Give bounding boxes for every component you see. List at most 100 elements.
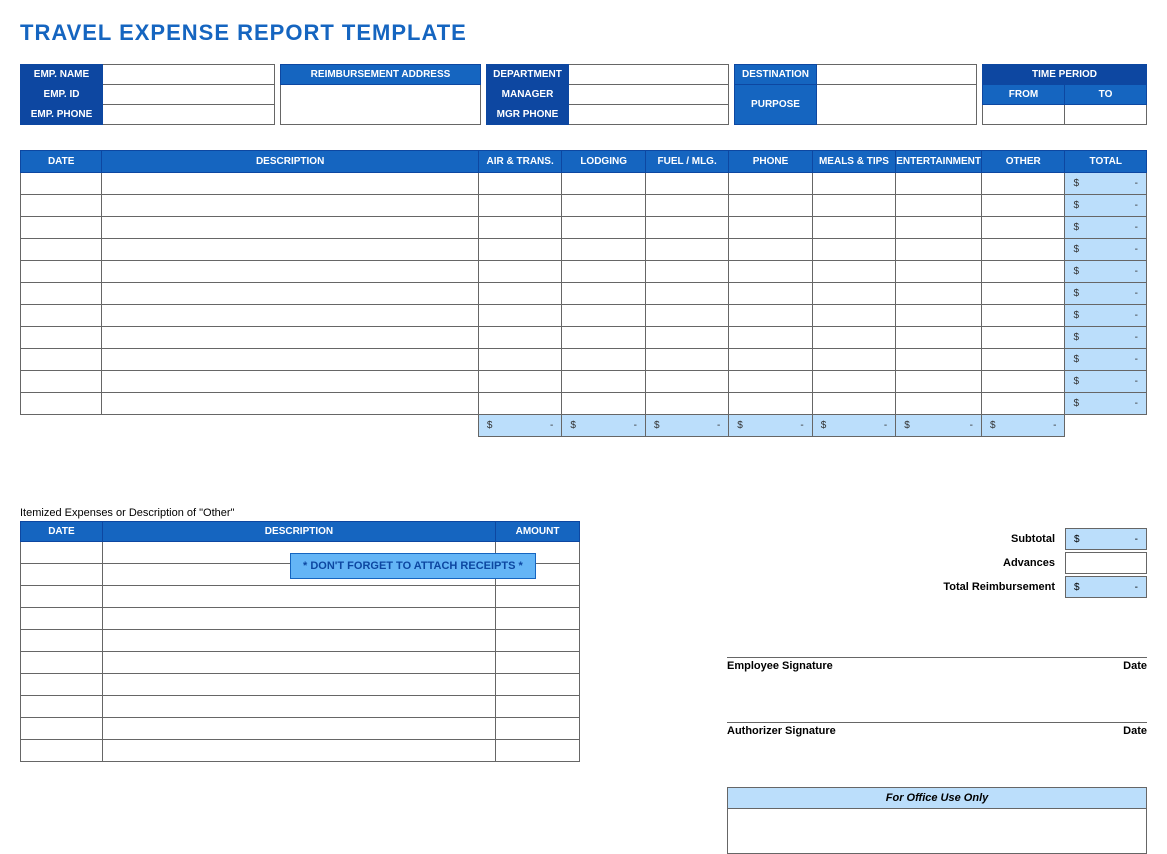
- table-cell[interactable]: [21, 305, 102, 327]
- table-cell[interactable]: [21, 542, 103, 564]
- table-cell[interactable]: [102, 261, 479, 283]
- table-cell[interactable]: [896, 393, 982, 415]
- table-cell[interactable]: [896, 371, 982, 393]
- table-cell[interactable]: [21, 564, 103, 586]
- table-cell[interactable]: [496, 586, 580, 608]
- table-cell[interactable]: [496, 696, 580, 718]
- table-cell[interactable]: [496, 740, 580, 762]
- table-cell[interactable]: [21, 239, 102, 261]
- table-cell[interactable]: [102, 239, 479, 261]
- table-cell[interactable]: [896, 239, 982, 261]
- table-cell[interactable]: [982, 393, 1065, 415]
- table-cell[interactable]: [496, 674, 580, 696]
- table-cell[interactable]: [478, 305, 561, 327]
- table-cell[interactable]: [982, 305, 1065, 327]
- table-cell[interactable]: [102, 283, 479, 305]
- table-cell[interactable]: [562, 349, 646, 371]
- table-cell[interactable]: [562, 261, 646, 283]
- table-cell[interactable]: [645, 327, 728, 349]
- input-purpose[interactable]: [817, 85, 977, 125]
- table-cell[interactable]: [102, 630, 495, 652]
- table-cell[interactable]: [562, 305, 646, 327]
- table-cell[interactable]: [812, 217, 895, 239]
- table-cell[interactable]: [21, 608, 103, 630]
- table-cell[interactable]: [478, 173, 561, 195]
- table-cell[interactable]: [21, 371, 102, 393]
- table-cell[interactable]: [562, 173, 646, 195]
- table-cell[interactable]: [478, 217, 561, 239]
- table-cell[interactable]: [982, 349, 1065, 371]
- input-destination[interactable]: [817, 65, 977, 85]
- table-cell[interactable]: [896, 173, 982, 195]
- table-cell[interactable]: [729, 195, 812, 217]
- table-cell[interactable]: [645, 239, 728, 261]
- table-cell[interactable]: [982, 173, 1065, 195]
- table-cell[interactable]: [21, 261, 102, 283]
- table-cell[interactable]: [21, 349, 102, 371]
- table-cell[interactable]: [982, 327, 1065, 349]
- table-cell[interactable]: [562, 217, 646, 239]
- office-use-body[interactable]: [728, 809, 1146, 853]
- table-cell[interactable]: [645, 195, 728, 217]
- input-reimb-address[interactable]: [281, 85, 481, 125]
- table-cell[interactable]: [729, 327, 812, 349]
- table-cell[interactable]: [102, 718, 495, 740]
- table-cell[interactable]: [896, 261, 982, 283]
- table-cell[interactable]: [812, 195, 895, 217]
- table-cell[interactable]: [102, 696, 495, 718]
- table-cell[interactable]: [896, 283, 982, 305]
- table-cell[interactable]: [562, 371, 646, 393]
- table-cell[interactable]: [478, 195, 561, 217]
- table-cell[interactable]: [982, 371, 1065, 393]
- table-cell[interactable]: [812, 173, 895, 195]
- table-cell[interactable]: [982, 217, 1065, 239]
- table-cell[interactable]: [812, 371, 895, 393]
- table-cell[interactable]: [562, 195, 646, 217]
- table-cell[interactable]: [102, 608, 495, 630]
- table-cell[interactable]: [645, 261, 728, 283]
- table-cell[interactable]: [982, 195, 1065, 217]
- table-cell[interactable]: [896, 195, 982, 217]
- table-cell[interactable]: [812, 239, 895, 261]
- table-cell[interactable]: [478, 327, 561, 349]
- table-cell[interactable]: [102, 327, 479, 349]
- table-cell[interactable]: [812, 283, 895, 305]
- table-cell[interactable]: [729, 261, 812, 283]
- table-cell[interactable]: [729, 305, 812, 327]
- table-cell[interactable]: [812, 393, 895, 415]
- table-cell[interactable]: [982, 239, 1065, 261]
- table-cell[interactable]: [562, 239, 646, 261]
- table-cell[interactable]: [645, 217, 728, 239]
- table-cell[interactable]: [21, 393, 102, 415]
- table-cell[interactable]: [21, 674, 103, 696]
- table-cell[interactable]: [21, 740, 103, 762]
- table-cell[interactable]: [729, 393, 812, 415]
- table-cell[interactable]: [102, 586, 495, 608]
- table-cell[interactable]: [21, 630, 103, 652]
- table-cell[interactable]: [729, 173, 812, 195]
- table-cell[interactable]: [645, 349, 728, 371]
- table-cell[interactable]: [478, 371, 561, 393]
- table-cell[interactable]: [496, 608, 580, 630]
- table-cell[interactable]: [896, 305, 982, 327]
- table-cell[interactable]: [896, 327, 982, 349]
- input-emp-name[interactable]: [103, 65, 275, 85]
- table-cell[interactable]: [562, 283, 646, 305]
- table-cell[interactable]: [21, 195, 102, 217]
- table-cell[interactable]: [812, 349, 895, 371]
- input-emp-id[interactable]: [103, 85, 275, 105]
- table-cell[interactable]: [812, 261, 895, 283]
- table-cell[interactable]: [982, 261, 1065, 283]
- value-advances[interactable]: [1065, 552, 1147, 574]
- table-cell[interactable]: [102, 173, 479, 195]
- table-cell[interactable]: [562, 327, 646, 349]
- table-cell[interactable]: [21, 652, 103, 674]
- table-cell[interactable]: [562, 393, 646, 415]
- table-cell[interactable]: [478, 239, 561, 261]
- table-cell[interactable]: [478, 283, 561, 305]
- table-cell[interactable]: [478, 393, 561, 415]
- table-cell[interactable]: [496, 718, 580, 740]
- table-cell[interactable]: [102, 195, 479, 217]
- table-cell[interactable]: [21, 718, 103, 740]
- table-cell[interactable]: [896, 349, 982, 371]
